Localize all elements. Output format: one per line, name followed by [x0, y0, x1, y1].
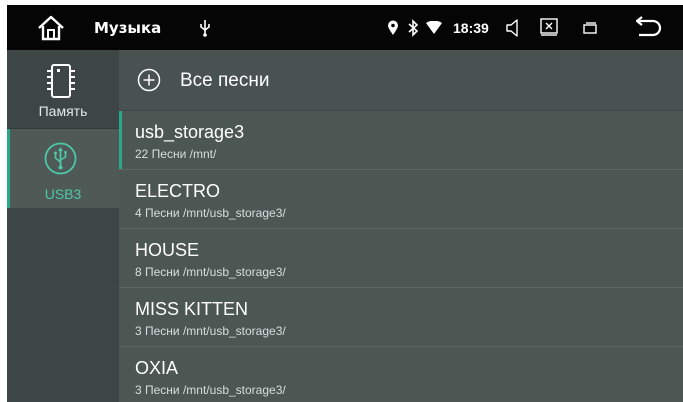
folder-name: HOUSE [135, 240, 200, 260]
close-window-icon[interactable] [540, 18, 558, 36]
sidebar-item-usb3[interactable]: USB3 [7, 129, 119, 208]
folder-item[interactable]: MISS KITTEN 3 Песни /mnt/usb_storage3/ [119, 288, 683, 347]
folder-list: Все песни usb_storage3 22 Песни /mnt/ EL… [119, 50, 683, 402]
add-circle-icon [137, 68, 161, 92]
window-icon[interactable] [583, 22, 597, 34]
folder-info: 22 Песни /mnt/ [135, 147, 217, 161]
folder-name: OXIA [135, 358, 179, 378]
all-songs-label: Все песни [180, 70, 270, 91]
folder-info: 8 Песни /mnt/usb_storage3/ [135, 265, 286, 279]
sidebar: Память USB3 [7, 50, 119, 402]
status-bar: Музыка 18:39 [7, 5, 683, 50]
sidebar-item-label: USB3 [44, 186, 82, 202]
location-icon [388, 20, 398, 35]
screen: Музыка 18:39 Память USB3 Все песни usb_s… [7, 5, 683, 402]
sidebar-item-label: Память [38, 103, 88, 119]
folder-item[interactable]: HOUSE 8 Песни /mnt/usb_storage3/ [119, 229, 683, 288]
clock: 18:39 [453, 20, 489, 36]
all-songs-button[interactable]: Все песни [119, 50, 683, 111]
bluetooth-icon [408, 19, 419, 37]
home-icon[interactable] [37, 15, 65, 41]
folder-item[interactable]: usb_storage3 22 Песни /mnt/ [119, 111, 683, 170]
folder-name: usb_storage3 [135, 122, 245, 142]
selection-indicator [119, 111, 122, 169]
folder-item[interactable]: ELECTRO 4 Песни /mnt/usb_storage3/ [119, 170, 683, 229]
wifi-icon [426, 21, 442, 34]
memory-chip-icon [47, 64, 75, 98]
folder-name: MISS KITTEN [135, 299, 249, 319]
folder-info: 3 Песни /mnt/usb_storage3/ [135, 383, 286, 397]
app-title: Музыка [94, 19, 162, 37]
back-icon[interactable] [633, 16, 663, 40]
sidebar-item-memory[interactable]: Память [7, 50, 119, 128]
folder-item[interactable]: OXIA 3 Песни /mnt/usb_storage3/ [119, 347, 683, 402]
folder-name: ELECTRO [135, 181, 221, 201]
usb-icon [200, 20, 210, 37]
usb-icon [44, 142, 77, 175]
folder-info: 4 Песни /mnt/usb_storage3/ [135, 206, 286, 220]
volume-icon[interactable] [506, 18, 522, 38]
folder-info: 3 Песни /mnt/usb_storage3/ [135, 324, 286, 338]
